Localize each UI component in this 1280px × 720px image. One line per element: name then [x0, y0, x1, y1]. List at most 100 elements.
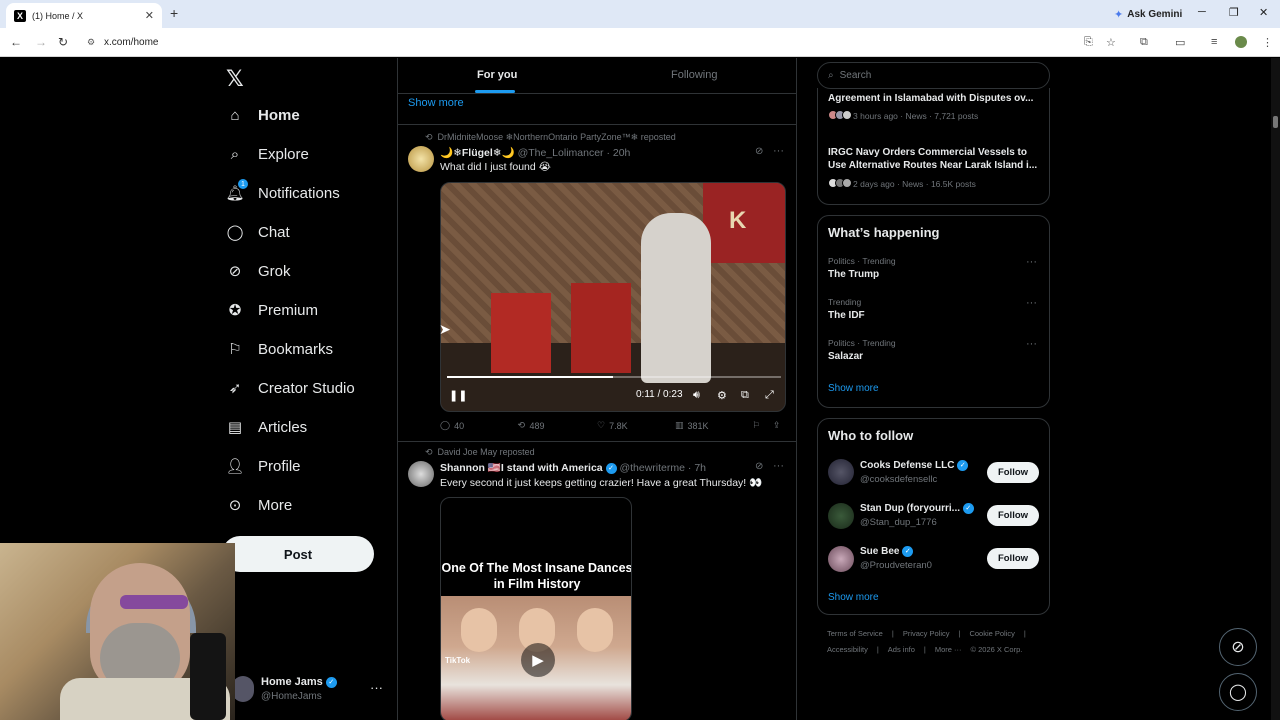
- post-avatar[interactable]: [408, 461, 434, 487]
- post-button[interactable]: Post: [222, 536, 374, 572]
- post-time[interactable]: · 7h: [688, 462, 706, 474]
- footer-more-link[interactable]: More ···: [935, 645, 962, 654]
- browser-menu-icon[interactable]: ⋮: [1262, 36, 1273, 49]
- trend-name[interactable]: The IDF: [828, 310, 865, 321]
- grok-explain-icon[interactable]: ⊘: [755, 461, 763, 472]
- scrollbar-thumb[interactable]: [1273, 116, 1278, 128]
- trends-show-more[interactable]: Show more: [828, 383, 879, 394]
- nav-home[interactable]: ⌂ Home: [226, 106, 299, 124]
- notification-badge: 1: [238, 179, 248, 189]
- webcam-glasses: [120, 595, 188, 609]
- repost-context[interactable]: ⟲ DrMidniteMoose ❄NorthernOntario PartyZo…: [425, 132, 676, 143]
- forward-icon[interactable]: →: [35, 35, 47, 49]
- tab-following[interactable]: Following: [671, 69, 717, 81]
- whats-happening-title: What’s happening: [828, 225, 940, 240]
- share-button[interactable]: ⇪: [773, 420, 781, 431]
- nav-premium[interactable]: ✪ Premium: [226, 301, 318, 320]
- play-icon[interactable]: ▶: [521, 643, 555, 677]
- news-title[interactable]: Agreement in Islamabad with Disputes ov.…: [828, 92, 1043, 105]
- nav-notifications[interactable]: 🔔︎ 1 Notifications: [225, 179, 340, 202]
- footer-accessibility-link[interactable]: Accessibility: [827, 645, 868, 654]
- footer-privacy-link[interactable]: Privacy Policy: [903, 629, 950, 638]
- suggested-name[interactable]: Cooks Defense LLC: [860, 460, 954, 471]
- who-to-follow-show-more[interactable]: Show more: [828, 592, 879, 603]
- account-switcher[interactable]: Home Jams ✓ @HomeJams ···: [232, 674, 392, 704]
- nav-grok[interactable]: ⊘ Grok: [226, 262, 291, 281]
- bookmark-button[interactable]: ⚐: [753, 420, 760, 431]
- show-more-link[interactable]: Show more: [408, 97, 464, 109]
- views-button[interactable]: ▥ 381K: [675, 420, 709, 431]
- search-input[interactable]: ⌕ Search: [817, 62, 1050, 89]
- star-bookmark-icon[interactable]: ☆: [1106, 36, 1116, 49]
- account-more-icon[interactable]: ···: [370, 680, 383, 695]
- messages-fab-icon[interactable]: ◯: [1219, 673, 1257, 711]
- footer-cookie-link[interactable]: Cookie Policy: [969, 629, 1014, 638]
- suggested-avatar[interactable]: [828, 459, 854, 485]
- trend-more-icon[interactable]: ···: [1026, 297, 1037, 309]
- post-video[interactable]: One Of The Most Insane Dances in Film Hi…: [440, 497, 632, 720]
- url-field[interactable]: ⚙ x.com/home: [80, 32, 1080, 53]
- video-progress-bar[interactable]: [447, 376, 781, 378]
- pip-icon[interactable]: ⧉: [741, 389, 749, 402]
- suggested-name[interactable]: Sue Bee: [860, 546, 899, 557]
- install-icon[interactable]: ⎘: [1084, 36, 1093, 49]
- settings-icon[interactable]: ⚙: [717, 389, 727, 402]
- reply-button[interactable]: ◯ 40: [440, 420, 464, 431]
- suggested-avatar[interactable]: [828, 503, 854, 529]
- page-scrollbar[interactable]: [1271, 58, 1280, 720]
- post-author-handle[interactable]: @The_Lolimancer: [518, 147, 604, 159]
- nav-profile[interactable]: 👤︎ Profile: [225, 457, 300, 476]
- follow-button[interactable]: Follow: [987, 462, 1039, 483]
- trend-name[interactable]: The Trump: [828, 269, 879, 280]
- back-icon[interactable]: ←: [10, 35, 22, 49]
- post-more-icon[interactable]: ···: [773, 145, 784, 157]
- site-info-icon[interactable]: ⚙: [87, 37, 95, 48]
- suggested-name[interactable]: Stan Dup (foryourri...: [860, 503, 960, 514]
- like-button[interactable]: ♡ 7.8K: [597, 420, 628, 431]
- trend-more-icon[interactable]: ···: [1026, 256, 1037, 268]
- footer-terms-link[interactable]: Terms of Service: [827, 629, 883, 638]
- repost-context[interactable]: ⟲ David Joe May reposted: [425, 447, 535, 458]
- post-time[interactable]: · 20h: [606, 147, 630, 159]
- nav-creator-studio[interactable]: ➶ Creator Studio: [226, 379, 355, 398]
- profile-avatar-icon[interactable]: [1235, 36, 1247, 48]
- extensions-icon[interactable]: ⧉: [1140, 36, 1148, 49]
- pause-icon[interactable]: ❚❚: [449, 389, 467, 402]
- fullscreen-icon[interactable]: ⤢: [765, 389, 774, 402]
- new-tab-button[interactable]: +: [170, 5, 178, 21]
- footer-ads-link[interactable]: Ads info: [888, 645, 915, 654]
- trend-more-icon[interactable]: ···: [1026, 338, 1037, 350]
- reload-icon[interactable]: ↻: [58, 35, 68, 49]
- grok-fab-icon[interactable]: ⊘: [1219, 628, 1257, 666]
- volume-icon[interactable]: 🔊︎: [693, 389, 700, 402]
- x-logo-icon[interactable]: 𝕏: [226, 66, 244, 92]
- media-icon[interactable]: ≡: [1211, 36, 1217, 48]
- repost-button[interactable]: ⟲ 489: [518, 420, 545, 431]
- follow-button[interactable]: Follow: [987, 505, 1039, 526]
- post-video[interactable]: K ❚❚ 0:11 / 0:23 🔊︎ ⚙ ⧉ ⤢: [440, 182, 786, 412]
- post-author-name[interactable]: Shannon 🇺🇸I stand with America: [440, 462, 603, 474]
- minimize-icon[interactable]: ─: [1198, 6, 1206, 18]
- post-author-name[interactable]: 🌙❄Flügel❄🌙: [440, 147, 515, 159]
- window-close-icon[interactable]: ✕: [1259, 6, 1268, 19]
- nav-chat[interactable]: ◯ Chat: [226, 223, 290, 242]
- browser-tab[interactable]: X (1) Home / X ✕: [6, 3, 162, 28]
- tab-for-you[interactable]: For you: [477, 69, 517, 81]
- nav-explore[interactable]: ⌕ Explore: [226, 145, 309, 163]
- restore-icon[interactable]: ❐: [1229, 6, 1239, 19]
- nav-more[interactable]: ⊙ More: [226, 496, 292, 515]
- ask-gemini-button[interactable]: ✦ Ask Gemini: [1106, 5, 1190, 23]
- post-avatar[interactable]: [408, 146, 434, 172]
- trend-name[interactable]: Salazar: [828, 351, 863, 362]
- side-panel-icon[interactable]: ▭: [1175, 36, 1185, 49]
- nav-articles[interactable]: ▤ Articles: [226, 418, 307, 437]
- tab-close-icon[interactable]: ✕: [145, 9, 154, 22]
- who-to-follow-title: Who to follow: [828, 428, 914, 443]
- post-author-handle[interactable]: @thewriterme: [619, 462, 685, 474]
- grok-explain-icon[interactable]: ⊘: [755, 146, 763, 157]
- suggested-avatar[interactable]: [828, 546, 854, 572]
- post-more-icon[interactable]: ···: [773, 460, 784, 472]
- news-title[interactable]: IRGC Navy Orders Commercial Vessels to U…: [828, 146, 1043, 172]
- nav-bookmarks[interactable]: ⚐ Bookmarks: [226, 340, 333, 359]
- follow-button[interactable]: Follow: [987, 548, 1039, 569]
